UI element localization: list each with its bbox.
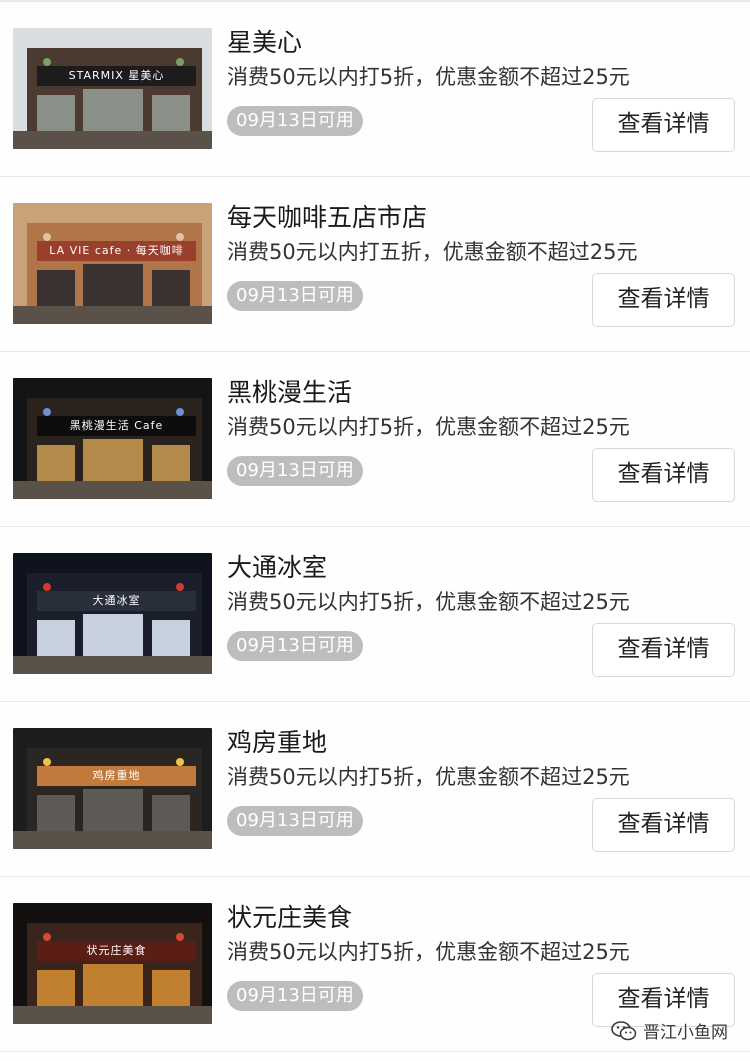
storefront-door (83, 264, 143, 310)
store-item[interactable]: STARMIX 星美心 星美心 消费50元以内打5折，优惠金额不超过25元 09… (0, 2, 750, 177)
view-details-button[interactable]: 查看详情 (592, 273, 735, 327)
store-name: 星美心 (227, 28, 303, 57)
offer-description: 消费50元以内打5折，优惠金额不超过25元 (227, 415, 630, 439)
storefront-window (37, 95, 75, 131)
storefront-light (43, 408, 51, 416)
offer-description: 消费50元以内打5折，优惠金额不超过25元 (227, 765, 630, 789)
storefront-sign: 黑桃漫生活 Cafe (37, 416, 196, 436)
storefront-light (176, 58, 184, 66)
store-name: 状元庄美食 (227, 903, 353, 932)
store-photo[interactable]: 黑桃漫生活 Cafe (13, 378, 212, 499)
store-photo[interactable]: 鸡房重地 (13, 728, 212, 849)
store-photo[interactable]: 状元庄美食 (13, 903, 212, 1024)
storefront-ground (13, 831, 212, 849)
store-name: 鸡房重地 (227, 728, 328, 757)
storefront-window (37, 795, 75, 831)
storefront-window (152, 620, 190, 656)
storefront-window (37, 970, 75, 1006)
storefront-light (43, 58, 51, 66)
availability-badge: 09月13日可用 (227, 456, 363, 486)
storefront-window (37, 445, 75, 481)
store-list: STARMIX 星美心 星美心 消费50元以内打5折，优惠金额不超过25元 09… (0, 2, 750, 1052)
storefront-door (83, 964, 143, 1010)
storefront-sign: 鸡房重地 (37, 766, 196, 786)
storefront-door (83, 614, 143, 660)
storefront-window (152, 270, 190, 306)
store-photo[interactable]: LA VIE cafe · 每天咖啡 (13, 203, 212, 324)
storefront-window (152, 795, 190, 831)
storefront-light (43, 933, 51, 941)
store-item[interactable]: 鸡房重地 鸡房重地 消费50元以内打5折，优惠金额不超过25元 09月13日可用… (0, 702, 750, 877)
watermark-text: 晋江小鱼网 (643, 1023, 728, 1043)
storefront-ground (13, 481, 212, 499)
storefront-door (83, 89, 143, 135)
storefront-light (43, 758, 51, 766)
offer-description: 消费50元以内打5折，优惠金额不超过25元 (227, 65, 630, 89)
storefront-window (37, 620, 75, 656)
storefront-light (43, 233, 51, 241)
storefront-window (37, 270, 75, 306)
store-photo[interactable]: 大通冰室 (13, 553, 212, 674)
storefront-light (176, 233, 184, 241)
storefront-sign: STARMIX 星美心 (37, 66, 196, 86)
store-photo[interactable]: STARMIX 星美心 (13, 28, 212, 149)
offer-description: 消费50元以内打5折，优惠金额不超过25元 (227, 940, 630, 964)
availability-badge: 09月13日可用 (227, 281, 363, 311)
storefront-light (176, 583, 184, 591)
wechat-icon (611, 1020, 637, 1041)
storefront-ground (13, 656, 212, 674)
storefront-sign: 大通冰室 (37, 591, 196, 611)
store-name: 每天咖啡五店市店 (227, 203, 428, 232)
offer-description: 消费50元以内打5折，优惠金额不超过25元 (227, 590, 630, 614)
storefront-light (176, 408, 184, 416)
availability-badge: 09月13日可用 (227, 806, 363, 836)
store-name: 黑桃漫生活 (227, 378, 353, 407)
store-item[interactable]: 黑桃漫生活 Cafe 黑桃漫生活 消费50元以内打5折，优惠金额不超过25元 0… (0, 352, 750, 527)
view-details-button[interactable]: 查看详情 (592, 98, 735, 152)
storefront-door (83, 439, 143, 485)
storefront-ground (13, 131, 212, 149)
offer-description: 消费50元以内打五折，优惠金额不超过25元 (227, 240, 638, 264)
storefront-light (176, 758, 184, 766)
storefront-ground (13, 306, 212, 324)
view-details-button[interactable]: 查看详情 (592, 448, 735, 502)
storefront-light (176, 933, 184, 941)
storefront-door (83, 789, 143, 835)
watermark: 晋江小鱼网 (611, 1018, 728, 1043)
availability-badge: 09月13日可用 (227, 106, 363, 136)
storefront-window (152, 445, 190, 481)
availability-badge: 09月13日可用 (227, 981, 363, 1011)
storefront-ground (13, 1006, 212, 1024)
store-item[interactable]: 大通冰室 大通冰室 消费50元以内打5折，优惠金额不超过25元 09月13日可用… (0, 527, 750, 702)
storefront-light (43, 583, 51, 591)
storefront-window (152, 95, 190, 131)
storefront-sign: LA VIE cafe · 每天咖啡 (37, 241, 196, 261)
store-name: 大通冰室 (227, 553, 328, 582)
view-details-button[interactable]: 查看详情 (592, 798, 735, 852)
store-item[interactable]: LA VIE cafe · 每天咖啡 每天咖啡五店市店 消费50元以内打五折，优… (0, 177, 750, 352)
view-details-button[interactable]: 查看详情 (592, 623, 735, 677)
availability-badge: 09月13日可用 (227, 631, 363, 661)
storefront-window (152, 970, 190, 1006)
storefront-sign: 状元庄美食 (37, 941, 196, 961)
